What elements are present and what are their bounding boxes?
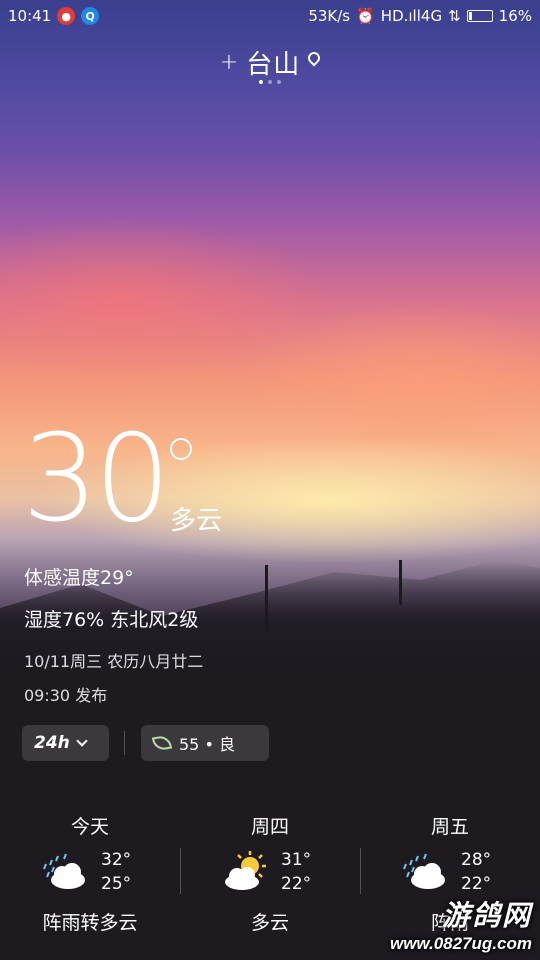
aqi-label: 55 • 良 [179,735,235,754]
day-condition: 多云 [250,912,289,934]
forecast-day[interactable]: 周四 31° 22° 多云 [180,812,360,942]
day-name: 周五 [430,816,469,838]
chevron-down-icon [76,735,88,747]
divider [124,731,125,755]
publish-time: 09:30 发布 [24,686,108,705]
forecast-day[interactable]: 今天 32° 25° 阵雨转多云 [0,812,180,942]
wind-turbine [265,565,268,630]
watermark-url: www.0827ug.com [389,934,532,953]
page-dot [268,80,272,84]
humidity-wind: 湿度76% 东北风2级 [24,609,199,631]
high-temp: 28° [461,850,492,870]
city-header: + 台山 [0,44,540,81]
high-temp: 32° [101,850,132,870]
feels-like: 体感温度29° [24,567,134,589]
battery-percent: 16% [498,7,532,25]
leaf-icon [151,734,173,752]
status-time: 10:41 [8,7,52,25]
low-temp: 22° [281,874,312,894]
data-arrows-icon: ⇅ [448,7,461,25]
battery-fill [468,12,472,20]
hourly-label: 24h [34,733,70,753]
day-name: 今天 [70,816,109,838]
site-watermark: 游鸽网 www.0827ug.com [390,894,532,954]
rain-cloud-icon [403,853,445,889]
day-condition: 阵雨转多云 [42,912,138,934]
status-bar: 10:41 ● Q 53K/s ⏰ HD.ıll4G ⇅ 16% [0,0,540,32]
netease-app-icon: ● [57,7,76,25]
page-dot [259,80,263,84]
hourly-forecast-button[interactable]: 24h [22,725,109,761]
page-dot [277,80,281,84]
signal-indicator: HD.ıll4G [380,7,443,25]
current-condition: 多云 [170,506,223,536]
add-city-button[interactable]: + [220,50,238,75]
low-temp: 25° [101,874,132,894]
battery-icon [466,10,493,22]
network-speed: 53K/s [308,7,351,25]
location-pin-icon [305,49,323,66]
watermark-title: 游鸽网 [441,900,532,931]
high-temp: 31° [281,850,312,870]
low-temp: 22° [461,874,492,894]
page-indicator [0,80,540,84]
sun-cloud-icon [225,851,266,890]
alarm-icon: ⏰ [356,7,375,25]
air-quality-button[interactable]: 55 • 良 [141,725,269,761]
city-name[interactable]: 台山 [246,44,300,81]
rain-cloud-icon [43,853,85,889]
wind-turbine [399,560,402,605]
day-name: 周四 [250,816,289,838]
qq-browser-icon: Q [81,7,100,25]
degree-symbol [170,438,192,460]
current-temperature: 30 [22,410,171,549]
date-line: 10/11周三 农历八月廿二 [24,652,204,671]
